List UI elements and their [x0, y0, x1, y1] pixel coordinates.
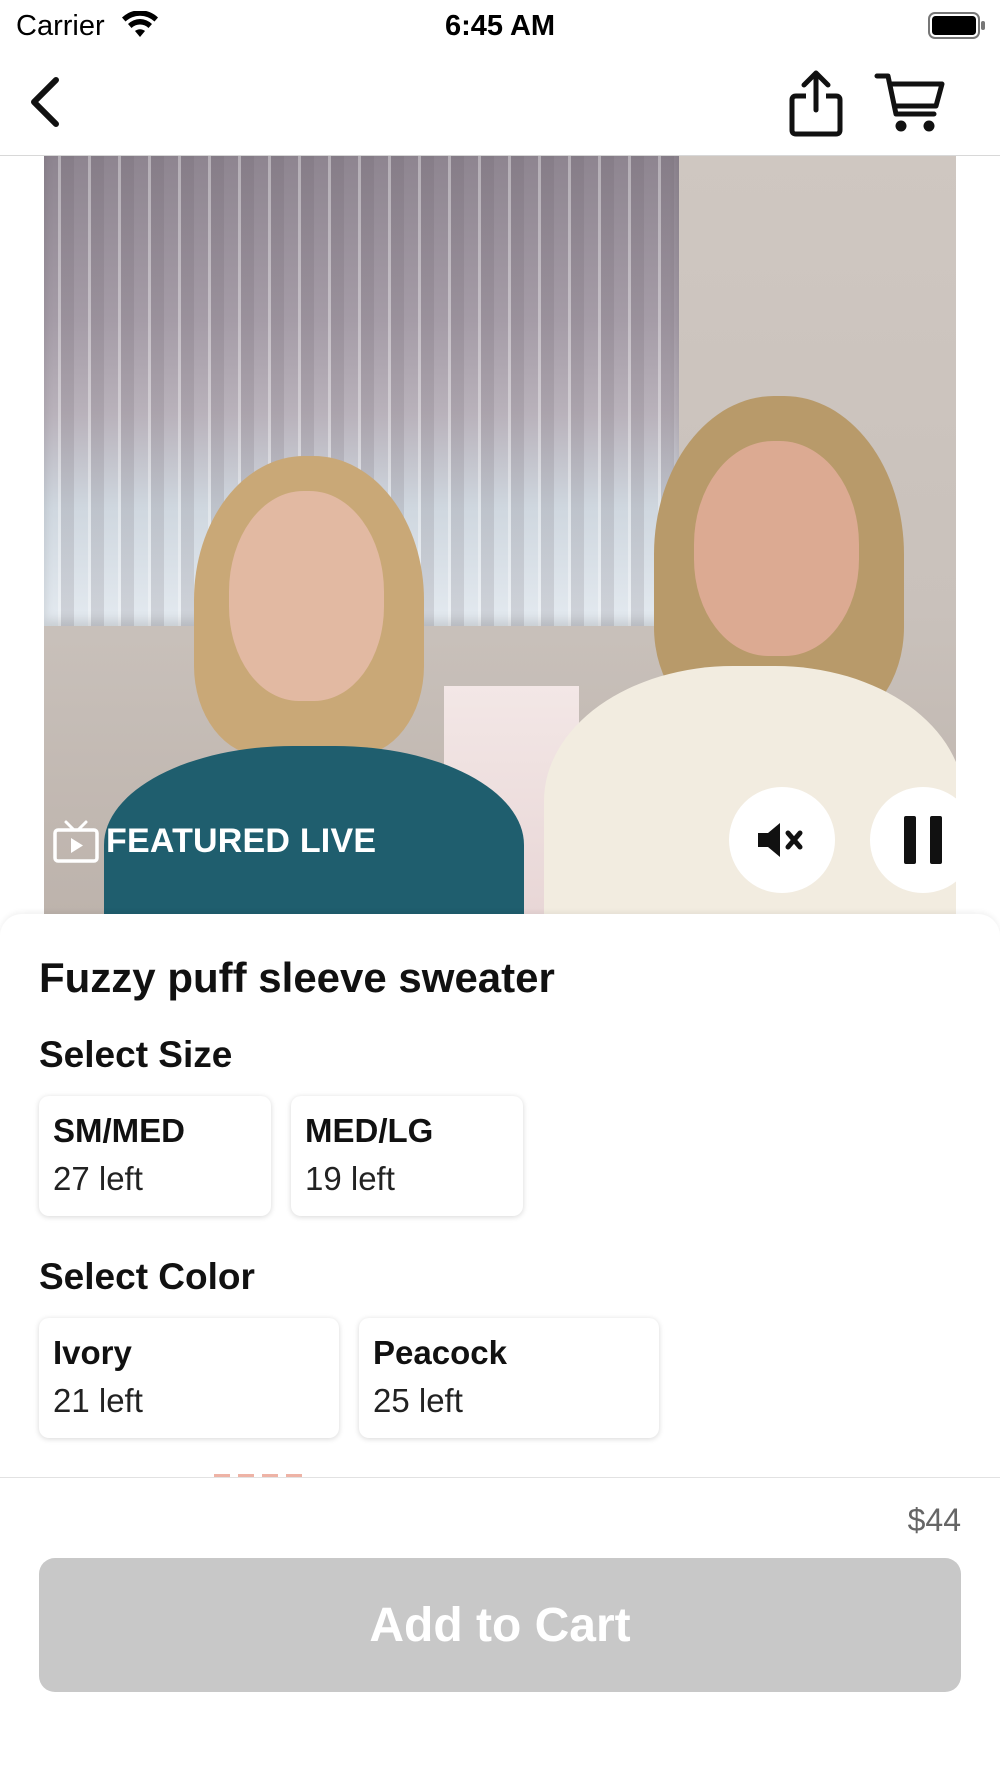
cart-icon[interactable]	[874, 70, 946, 136]
size-option-name: SM/MED	[53, 1112, 185, 1149]
color-options: Ivory 21 left Peacock 25 left	[39, 1318, 659, 1438]
color-option-name: Peacock	[373, 1334, 507, 1371]
color-option-stock: 21 left	[53, 1382, 143, 1419]
tv-icon	[53, 820, 99, 863]
size-option-stock: 19 left	[305, 1160, 395, 1197]
select-color-heading: Select Color	[39, 1256, 255, 1297]
pause-button[interactable]	[870, 787, 976, 893]
featured-live-label: FEATURED LIVE	[106, 821, 377, 860]
battery-icon	[928, 12, 985, 39]
size-option-name: MED/LG	[305, 1112, 434, 1149]
size-option-stock: 27 left	[53, 1160, 143, 1197]
color-option-ivory[interactable]: Ivory 21 left	[39, 1318, 339, 1438]
pause-icon	[904, 816, 942, 864]
add-to-cart-button[interactable]: Add to Cart	[39, 1558, 961, 1692]
mute-button[interactable]	[729, 787, 835, 893]
navigation-bar	[0, 52, 1000, 156]
clock: 6:45 AM	[444, 10, 556, 42]
status-bar: Carrier 6:45 AM	[0, 0, 1000, 52]
mute-icon	[758, 823, 803, 857]
size-option-med-lg[interactable]: MED/LG 19 left	[291, 1096, 523, 1216]
share-icon[interactable]	[786, 68, 846, 138]
size-options: SM/MED 27 left MED/LG 19 left	[39, 1096, 523, 1216]
select-size-heading: Select Size	[39, 1034, 233, 1075]
size-option-sm-med[interactable]: SM/MED 27 left	[39, 1096, 271, 1216]
product-title: Fuzzy puff sleeve sweater	[39, 954, 555, 1001]
color-option-stock: 25 left	[373, 1382, 463, 1419]
back-icon[interactable]	[22, 74, 72, 130]
featured-live-badge: FEATURED LIVE	[52, 818, 376, 864]
color-option-peacock[interactable]: Peacock 25 left	[359, 1318, 659, 1438]
cart-footer: $44 Add to Cart	[0, 1477, 1000, 1778]
price-label: $44	[907, 1502, 961, 1538]
product-sheet: Fuzzy puff sleeve sweater Select Size SM…	[0, 914, 1000, 1480]
color-option-name: Ivory	[53, 1334, 132, 1371]
